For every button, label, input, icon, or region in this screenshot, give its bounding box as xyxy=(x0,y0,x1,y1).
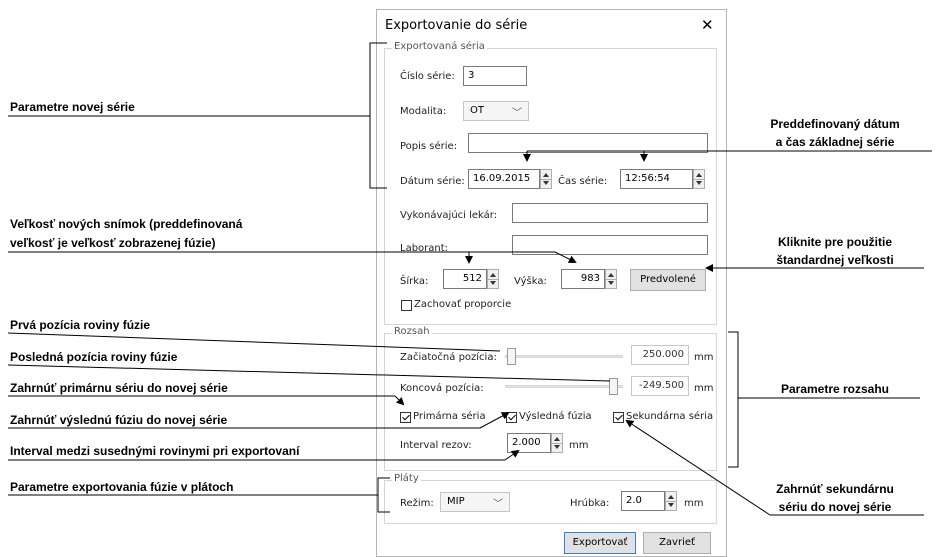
annotation-include-result: Zahrnúť výslednú fúziu do novej série xyxy=(10,413,228,427)
annotation-lines xyxy=(7,42,932,516)
annotation-interval: Interval medzi susednými rovinymi pri ex… xyxy=(10,444,300,458)
annotation-new-series-params: Parametre novej série xyxy=(10,100,135,114)
annotation-first-plane: Prvá pozícia roviny fúzie xyxy=(10,318,151,332)
annotation-default-size-line1: Kliknite pre použitie xyxy=(777,235,892,249)
annotation-slab-params: Parametre exportovania fúzie v plátoch xyxy=(10,480,234,494)
annotation-include-secondary-line2: sériu do novej série xyxy=(778,500,892,514)
annotation-include-primary: Zahrnúť primárnu sériu do novej série xyxy=(10,381,228,395)
annotation-include-secondary-line1: Zahrnúť sekundárnu xyxy=(776,482,894,496)
annotation-image-size-line2: veľkosť je veľkosť zobrazenej fúzie) xyxy=(10,236,216,250)
annotation-predefined-date-line1: Preddefinovaný dátum xyxy=(770,117,900,131)
annotation-predefined-date-line2: a čas základnej série xyxy=(775,135,895,149)
annotation-default-size-line2: štandardnej veľkosti xyxy=(776,253,894,267)
annotation-image-size-line1: Veľkosť nových snímok (preddefinovaná xyxy=(10,217,243,231)
annotation-range-params: Parametre rozsahu xyxy=(780,382,890,396)
annotation-last-plane: Posledná pozícia roviny fúzie xyxy=(10,350,178,364)
